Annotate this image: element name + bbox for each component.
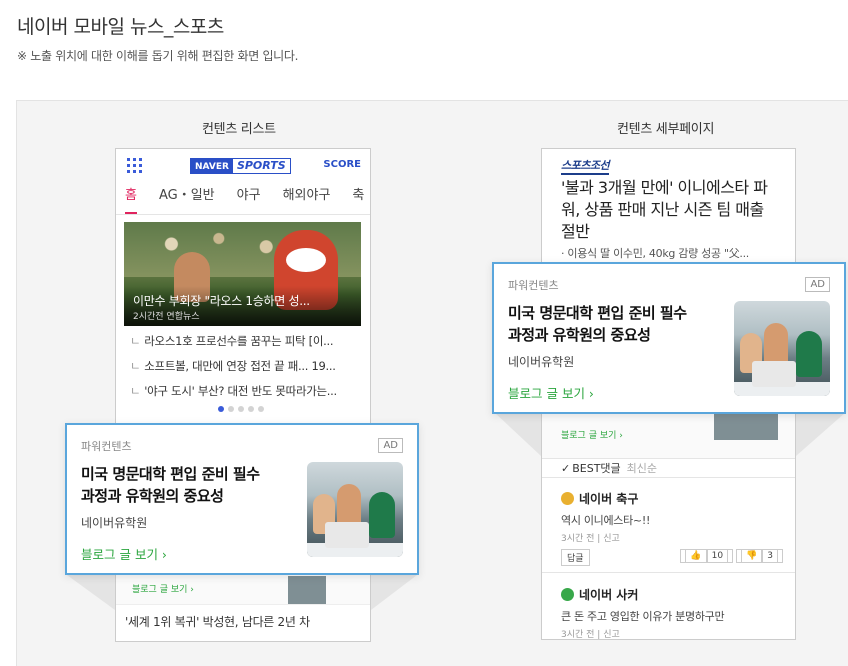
check-icon: ✓ <box>561 462 571 475</box>
comment-sort-tabs: ✓ BEST댓글 최신순 <box>561 460 657 476</box>
ghost-thumb <box>714 410 778 440</box>
comment-item: 네이버 사커 큰 돈 주고 영입한 이유가 분명하구만 3시간 전 | 신고 <box>561 586 783 640</box>
blog-view-link[interactable]: 블로그 글 보기 › <box>508 383 594 402</box>
ad-badge: AD <box>805 277 830 292</box>
blog-view-link[interactable]: 블로그 글 보기 › <box>81 544 167 563</box>
carousel-dots[interactable] <box>218 406 264 412</box>
list-item[interactable]: ㄴ 소프트볼, 대만에 연장 접전 끝 패... 19... <box>130 354 362 379</box>
naver-sports-logo[interactable]: NAVER SPORTS <box>190 158 291 174</box>
tab-soccer[interactable]: 축 <box>352 183 364 214</box>
report-link[interactable]: 신고 <box>603 630 620 639</box>
tab-recent-comments[interactable]: 최신순 <box>627 462 657 475</box>
ad-advertiser: 네이버유학원 <box>508 355 575 369</box>
power-content-ad-detail[interactable]: 파워컨텐츠 AD 미국 명문대학 편입 준비 필수 과정과 유학원의 중요성 네… <box>492 262 846 414</box>
tab-ag-general[interactable]: AG・일반 <box>159 183 215 214</box>
hero-title: 이만수 부회장 "라오스 1승하면 성... <box>133 294 310 308</box>
comment-user[interactable]: 네이버 축구 <box>579 490 638 507</box>
press-logo[interactable]: 스포츠조선 <box>561 157 610 175</box>
bottom-news-item[interactable]: '세계 1위 복귀' 박성현, 남다른 2년 차 <box>125 613 310 630</box>
comment-user[interactable]: 네이버 사커 <box>579 586 638 603</box>
comment-item: 네이버 축구 역시 이니에스타~!! 3시간 전 | 신고 답글 👍 10 👎 3 <box>561 490 783 566</box>
user-badge-icon <box>561 492 574 505</box>
ad-thumbnail[interactable] <box>307 462 403 557</box>
reply-button[interactable]: 답글 <box>561 549 590 566</box>
list-item[interactable]: ㄴ '야구 도시' 부산? 대전 반도 못따라가는... <box>130 379 362 404</box>
report-link[interactable]: 신고 <box>603 534 620 544</box>
tab-best-comments[interactable]: BEST댓글 <box>572 462 620 475</box>
ghost-blog-link: 블로그 글 보기 › <box>561 431 623 441</box>
ad-title[interactable]: 미국 명문대학 편입 준비 필수 과정과 유학원의 중요성 <box>508 302 723 346</box>
hero-news-card[interactable]: 이만수 부회장 "라오스 1승하면 성... 2시간전 연합뉴스 <box>124 222 361 326</box>
comment-meta: 3시간 전 | 신고 <box>561 630 620 640</box>
thumbs-down-icon: 👎 <box>741 549 763 563</box>
reply-arrow-icon: ㄴ <box>130 384 141 398</box>
related-news[interactable]: · 이용식 딸 이수민, 40kg 감량 성공 "父... <box>561 245 749 261</box>
ad-label: 파워컨텐츠 <box>81 440 132 453</box>
user-badge-icon <box>561 588 574 601</box>
ad-badge: AD <box>378 438 403 453</box>
reply-arrow-icon: ㄴ <box>130 359 141 373</box>
dislike-button[interactable]: 👎 3 <box>736 549 783 563</box>
thumbs-up-icon: 👍 <box>685 549 707 563</box>
app-header: NAVER SPORTS SCORE <box>116 149 370 183</box>
category-tabs: 홈 AG・일반 야구 해외야구 축 <box>116 183 370 215</box>
ad-thumbnail[interactable] <box>734 301 830 396</box>
tab-overseas-baseball[interactable]: 해외야구 <box>283 183 331 214</box>
score-link[interactable]: SCORE <box>323 159 361 170</box>
comment-text: 큰 돈 주고 영입한 이유가 분명하구만 <box>561 610 725 623</box>
tab-home[interactable]: 홈 <box>125 183 137 214</box>
ad-title[interactable]: 미국 명문대학 편입 준비 필수 과정과 유학원의 중요성 <box>81 463 296 507</box>
power-content-ad-list[interactable]: 파워컨텐츠 AD 미국 명문대학 편입 준비 필수 과정과 유학원의 중요성 네… <box>65 423 419 575</box>
tab-baseball[interactable]: 야구 <box>237 183 261 214</box>
ghost-blog-link: 블로그 글 보기 › <box>132 585 194 595</box>
menu-grid-icon[interactable] <box>127 158 142 173</box>
comment-meta: 3시간 전 | 신고 <box>561 534 620 544</box>
ghost-thumb <box>288 576 326 604</box>
ad-advertiser: 네이버유학원 <box>81 516 148 530</box>
article-headline: '불과 3개월 만에' 이니에스타 파워, 상품 판매 지난 시즌 팀 매출 절… <box>561 178 768 241</box>
list-item[interactable]: ㄴ 라오스1호 프로선수를 꿈꾸는 피탁 [이... <box>130 329 362 354</box>
reply-arrow-icon: ㄴ <box>130 334 141 348</box>
hero-meta: 2시간전 연합뉴스 <box>133 312 200 322</box>
ad-label: 파워컨텐츠 <box>508 279 559 292</box>
news-list: ㄴ 라오스1호 프로선수를 꿈꾸는 피탁 [이... ㄴ 소프트볼, 대만에 연장 … <box>130 329 362 404</box>
like-button[interactable]: 👍 10 <box>680 549 734 563</box>
comment-text: 역시 이니에스타~!! <box>561 514 651 527</box>
